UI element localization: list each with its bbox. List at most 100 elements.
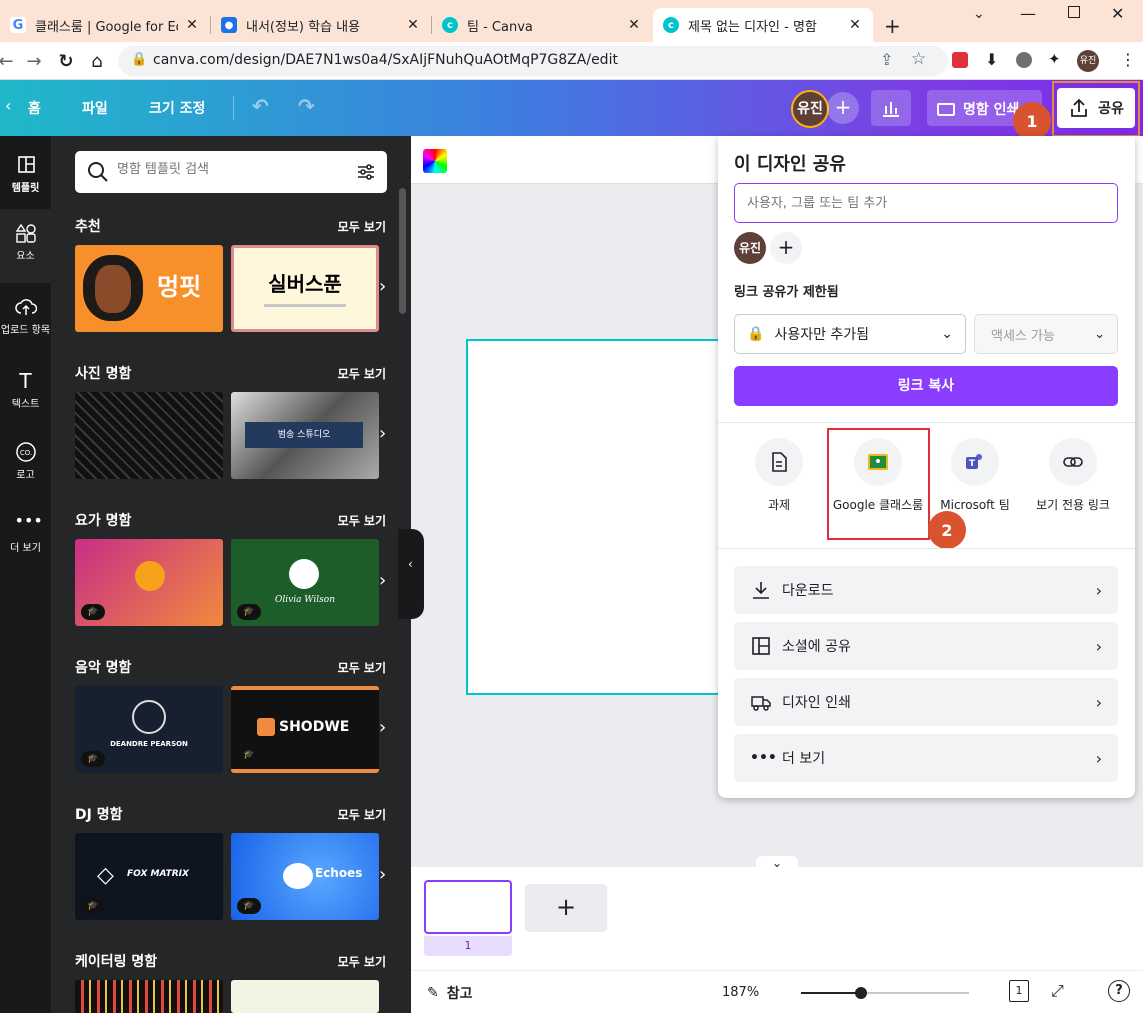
lock-icon: 🔒 [131, 52, 148, 67]
download-icon [753, 582, 769, 599]
redo-icon[interactable]: ↷ [298, 94, 315, 118]
add-page-button[interactable]: + [525, 884, 607, 932]
see-all-link[interactable]: 모두 보기 [338, 218, 386, 235]
close-window-button[interactable]: ✕ [1111, 4, 1124, 23]
browser-tab-notes[interactable]: ● 내서(정보) 학습 내용 ✕ [211, 8, 431, 42]
home-link[interactable]: 홈 [28, 98, 41, 118]
carousel-next-icon[interactable]: › [379, 423, 386, 444]
template-thumbnail[interactable] [75, 392, 223, 479]
reload-icon[interactable]: ↻ [54, 49, 78, 73]
template-thumbnail[interactable]: Echoes 🎓 [231, 833, 379, 920]
template-thumbnail[interactable]: SHODWE 🎓 [231, 686, 379, 773]
close-tab-icon[interactable]: ✕ [626, 17, 642, 33]
rail-text[interactable]: T 텍스트 [0, 370, 51, 410]
close-tab-icon[interactable]: ✕ [847, 17, 863, 33]
fullscreen-icon[interactable]: ⤢ [1051, 981, 1064, 1001]
assignment-app-button[interactable]: 과제 [729, 438, 829, 513]
share-button[interactable]: 공유 [1057, 88, 1135, 128]
extension-icon[interactable] [952, 52, 968, 68]
add-collaborator-button[interactable]: + [827, 92, 859, 124]
template-thumbnail[interactable]: 멍핏 [75, 245, 223, 332]
design-canvas[interactable] [466, 339, 726, 695]
share-page-icon[interactable]: ⇪ [880, 50, 893, 69]
copy-link-button[interactable]: 링크 복사 [734, 366, 1118, 406]
collapse-panel-handle[interactable]: ‹ [398, 529, 424, 619]
notes-button[interactable]: ✎ 참고 [427, 983, 473, 1003]
puzzle-icon[interactable]: ✦ [1048, 50, 1061, 68]
back-chevron-icon[interactable]: ‹ [5, 96, 11, 115]
rail-elements[interactable]: 요소 [0, 222, 51, 262]
template-thumbnail[interactable]: ◇ FOX MATRIX 🎓 [75, 833, 223, 920]
access-select[interactable]: 🔒 사용자만 추가됨 ⌄ [734, 314, 966, 354]
contacts-icon: ● [221, 17, 237, 33]
rail-more[interactable]: ••• 더 보기 [0, 513, 51, 555]
step-badge-2: 2 [928, 511, 966, 549]
more-options-row[interactable]: ••• 더 보기 › [734, 734, 1118, 782]
page-count-icon[interactable]: 1 [1009, 980, 1029, 1002]
profile-avatar[interactable]: 유진 [1077, 50, 1099, 72]
carousel-next-icon[interactable]: › [379, 570, 386, 591]
see-all-link[interactable]: 모두 보기 [338, 806, 386, 823]
vertical-scrollbar[interactable] [1135, 184, 1143, 853]
template-search-box[interactable] [75, 151, 387, 193]
template-thumbnail[interactable]: DEANDRE PEARSON 🎓 [75, 686, 223, 773]
section-title: 음악 명함 [75, 660, 132, 676]
microsoft-teams-app-button[interactable]: T Microsoft 팀 [925, 438, 1025, 513]
carousel-next-icon[interactable]: › [379, 864, 386, 885]
extension-icon[interactable]: ⬇ [985, 50, 998, 69]
home-icon[interactable]: ⌂ [85, 49, 109, 73]
add-member-button[interactable]: + [770, 232, 802, 264]
rail-uploads[interactable]: 업로드 항목 [0, 296, 51, 336]
minimize-button[interactable]: — [1020, 4, 1036, 23]
template-thumbnail[interactable]: 실버스푼 [231, 245, 379, 332]
address-bar[interactable]: 🔒 canva.com/design/DAE7N1ws0a4/SxAIjFNuh… [118, 46, 948, 76]
bookmark-star-icon[interactable]: ☆ [911, 49, 926, 69]
template-thumbnail[interactable] [231, 980, 379, 1013]
access-level-select[interactable]: 액세스 가능 ⌄ [974, 314, 1118, 354]
see-all-link[interactable]: 모두 보기 [338, 365, 386, 382]
color-picker-icon[interactable] [423, 149, 447, 173]
share-social-row[interactable]: 소셜에 공유 › [734, 622, 1118, 670]
print-design-row[interactable]: 디자인 인쇄 › [734, 678, 1118, 726]
template-thumbnail[interactable]: 범송 스튜디오 [231, 392, 379, 479]
extension-icon[interactable] [1016, 52, 1032, 68]
help-icon[interactable]: ? [1108, 980, 1130, 1002]
resize-button[interactable]: 크기 조정 [149, 98, 205, 118]
classroom-highlight-box [827, 428, 930, 540]
collaborator-avatar[interactable]: 유진 [791, 90, 829, 128]
member-avatar[interactable]: 유진 [734, 232, 766, 264]
zoom-level[interactable]: 187% [722, 985, 759, 1000]
browser-tab-canva-design[interactable]: c 제목 없는 디자인 - 명함 ✕ [653, 8, 873, 42]
see-all-link[interactable]: 모두 보기 [338, 659, 386, 676]
see-all-link[interactable]: 모두 보기 [338, 953, 386, 970]
see-all-link[interactable]: 모두 보기 [338, 512, 386, 529]
carousel-next-icon[interactable]: › [379, 276, 386, 297]
maximize-button[interactable] [1068, 6, 1080, 18]
panel-scrollbar[interactable] [399, 188, 406, 314]
new-tab-button[interactable]: + [884, 14, 901, 38]
download-row[interactable]: 다운로드 › [734, 566, 1118, 614]
template-search-input[interactable] [117, 162, 337, 177]
back-icon[interactable]: ← [0, 49, 18, 73]
tab-search-icon[interactable]: ⌄ [973, 6, 985, 22]
close-tab-icon[interactable]: ✕ [184, 17, 200, 33]
template-thumbnail[interactable]: Olivia Wilson 🎓 [231, 539, 379, 626]
zoom-slider-handle[interactable] [855, 987, 868, 999]
add-people-input[interactable] [734, 183, 1118, 223]
close-tab-icon[interactable]: ✕ [405, 17, 421, 33]
undo-icon[interactable]: ↶ [252, 94, 269, 118]
browser-tab-classroom[interactable]: G 클래스룸 | Google for Educat ✕ [0, 8, 210, 42]
template-thumbnail[interactable]: 🎓 [75, 539, 223, 626]
forward-icon[interactable]: → [22, 49, 46, 73]
browser-tab-canva-team[interactable]: c 팀 - Canva ✕ [432, 8, 652, 42]
social-icon [752, 637, 770, 655]
carousel-next-icon[interactable]: › [379, 717, 386, 738]
rail-templates[interactable]: 템플릿 [0, 154, 51, 194]
rail-logo[interactable]: CO. 로고 [0, 441, 51, 481]
menu-kebab-icon[interactable]: ⋮ [1120, 50, 1136, 69]
file-menu[interactable]: 파일 [82, 98, 108, 118]
page-thumbnail[interactable] [424, 880, 512, 934]
template-thumbnail[interactable] [75, 980, 223, 1013]
insights-button[interactable] [871, 90, 911, 126]
view-only-link-button[interactable]: 보기 전용 링크 [1023, 438, 1123, 513]
